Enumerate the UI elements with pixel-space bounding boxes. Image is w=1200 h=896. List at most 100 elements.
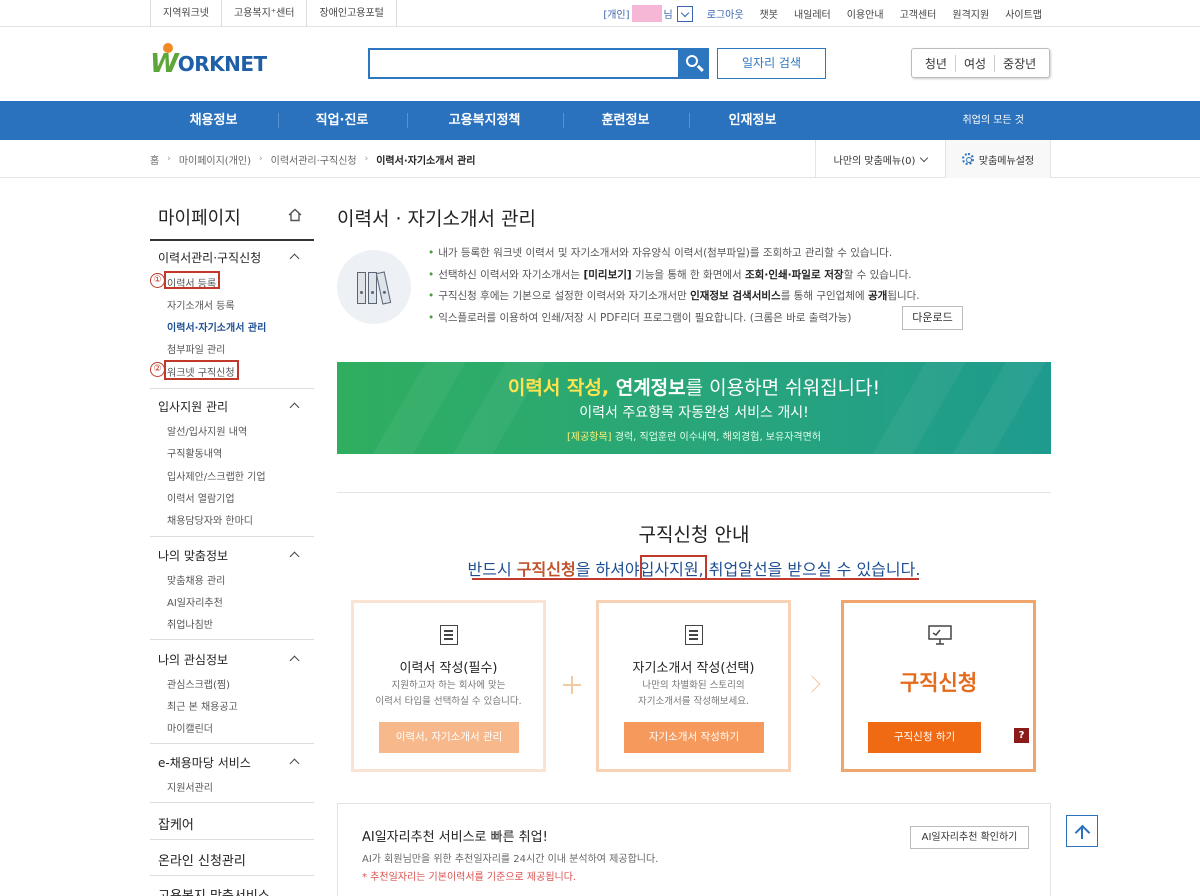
sidebar-title: 마이페이지 bbox=[158, 208, 241, 229]
breadcrumb-home[interactable]: 홈 bbox=[150, 152, 159, 167]
nav-all-about-jobs[interactable]: 취업의 모든 것 bbox=[962, 101, 1024, 140]
chevron-up-icon[interactable] bbox=[289, 655, 300, 666]
sidebar-divider bbox=[150, 875, 314, 876]
worknet-logo[interactable]: W ORKNET bbox=[150, 43, 267, 79]
sidebar-divider bbox=[150, 388, 314, 389]
sidebar-item-welfare-service[interactable]: 고용복지 맞춤서비스 bbox=[158, 885, 270, 896]
customer-center-link[interactable]: 고객센터 bbox=[892, 6, 945, 21]
plus-icon bbox=[563, 676, 581, 694]
sidebar-item-recent-view[interactable]: 최근 본 채용공고 bbox=[167, 698, 238, 713]
user-links: [개인] 님 로그아웃 챗봇 내일레터 이용안내 고객센터 원격지원 사이트맵 bbox=[603, 0, 1050, 27]
chevron-up-icon[interactable] bbox=[289, 402, 300, 413]
breadcrumb-mypage[interactable]: 마이페이지(개인) bbox=[179, 152, 251, 167]
breadcrumb: 홈 › 마이페이지(개인) › 이력서관리·구직신청 › 이력서·자기소개서 관… bbox=[150, 140, 476, 178]
job-search-button[interactable]: 일자리 검색 bbox=[717, 48, 826, 79]
target-youth[interactable]: 청년 bbox=[917, 55, 955, 72]
my-menu-label: 나만의 맞춤메뉴(0) bbox=[833, 155, 916, 167]
guide-underline bbox=[472, 578, 919, 580]
sidebar-item-scrap[interactable]: 관심스크랩(찜) bbox=[167, 676, 230, 691]
resume-autocomplete-banner[interactable]: 이력서 작성, 연계정보를 이용하면 쉬워집니다! 이력서 주요항목 자동완성 … bbox=[337, 362, 1051, 454]
info-list: • 내가 등록한 워크넷 이력서 및 자기소개서와 자유양식 이력서(첨부파일)를… bbox=[428, 243, 920, 329]
chevron-up-icon[interactable] bbox=[289, 551, 300, 562]
nav-talent[interactable]: 인재정보 bbox=[689, 101, 816, 140]
remote-support-link[interactable]: 원격지원 bbox=[944, 6, 997, 21]
logo-text: ORKNET bbox=[177, 52, 267, 76]
sidebar-item-jobcare[interactable]: 잡케어 bbox=[158, 814, 194, 833]
highlight-box bbox=[164, 271, 220, 289]
help-icon[interactable]: ? bbox=[1014, 728, 1029, 743]
sidebar-item-application-history[interactable]: 알선/입사지원 내역 bbox=[167, 423, 247, 438]
breadcrumb-current: 이력서·자기소개서 관리 bbox=[376, 155, 476, 167]
binder-part bbox=[357, 272, 366, 304]
resume-manage-button[interactable]: 이력서, 자기소개서 관리 bbox=[379, 722, 519, 753]
chevron-down-icon bbox=[920, 153, 929, 162]
sitemap-link[interactable]: 사이트맵 bbox=[997, 6, 1050, 21]
sidebar-item-resume-viewers[interactable]: 이력서 열람기업 bbox=[167, 490, 235, 505]
nav-recruit[interactable]: 채용정보 bbox=[150, 101, 277, 140]
sidebar-section-interest[interactable]: 나의 관심정보 bbox=[158, 651, 228, 668]
chevron-up-icon[interactable] bbox=[289, 253, 300, 264]
sidebar-item-ai-recommend[interactable]: AI일자리추천 bbox=[167, 594, 223, 609]
scroll-top-button[interactable] bbox=[1066, 815, 1098, 847]
sidebar-item-custom-recruit[interactable]: 맞춤채용 관리 bbox=[167, 572, 225, 587]
user-dropdown-icon[interactable] bbox=[676, 5, 693, 22]
target-women[interactable]: 여성 bbox=[954, 54, 994, 72]
sidebar-item-calendar[interactable]: 마이캘린더 bbox=[167, 720, 213, 735]
header: W ORKNET 일자리 검색 청년 여성 중장년 bbox=[0, 27, 1200, 101]
search-button[interactable] bbox=[678, 48, 709, 79]
sidebar-section-resume[interactable]: 이력서관리·구직신청 bbox=[158, 249, 261, 266]
sidebar-item-online-apply[interactable]: 온라인 신청관리 bbox=[158, 850, 246, 869]
sidebar-item-resume-manage[interactable]: 이력서·자기소개서 관리 bbox=[167, 319, 266, 334]
marker-2: ② bbox=[150, 362, 165, 377]
card-desc: 나만의 차별화된 스토리의 자기소개서를 작성해보세요. bbox=[638, 680, 749, 707]
sidebar-divider bbox=[150, 639, 314, 640]
download-button[interactable]: 다운로드 bbox=[902, 306, 963, 330]
guide-link[interactable]: 이용안내 bbox=[839, 6, 892, 21]
pen-document-icon bbox=[684, 625, 703, 645]
breadcrumb-resume-apply[interactable]: 이력서관리·구직신청 bbox=[271, 152, 357, 167]
binder-part bbox=[375, 271, 392, 305]
document-icon bbox=[439, 625, 458, 645]
sidebar-item-compass[interactable]: 취업나침반 bbox=[167, 616, 213, 631]
link-disability-portal[interactable]: 장애인고용포털 bbox=[306, 0, 397, 27]
binder-icon bbox=[337, 250, 411, 324]
cover-letter-write-button[interactable]: 자기소개서 작성하기 bbox=[624, 722, 764, 753]
my-menu-setting-button[interactable]: 맞춤메뉴설정 bbox=[945, 140, 1051, 178]
sidebar-item-job-activity[interactable]: 구직활동내역 bbox=[167, 445, 222, 460]
card-title: 구직신청 bbox=[899, 671, 978, 695]
info-line: • 선택하신 이력서와 자기소개서는 [미리보기] 기능을 통해 한 화면에서 조… bbox=[428, 268, 912, 281]
sidebar-item-attachment[interactable]: 첨부파일 관리 bbox=[167, 341, 225, 356]
newsletter-link[interactable]: 내일레터 bbox=[786, 6, 839, 21]
chevron-right-icon: › bbox=[364, 154, 369, 164]
user-info: [개인] 님 bbox=[603, 5, 698, 22]
nav-training[interactable]: 훈련정보 bbox=[563, 101, 688, 140]
sidebar-item-recruiter-chat[interactable]: 채용담당자와 한마디 bbox=[167, 512, 253, 527]
logout-link[interactable]: 로그아웃 bbox=[699, 6, 752, 21]
chatbot-link[interactable]: 챗봇 bbox=[752, 6, 786, 21]
card-desc: 지원하고자 하는 회사에 맞는 이력서 타입을 선택하실 수 있습니다. bbox=[375, 680, 522, 707]
target-middle-aged[interactable]: 중장년 bbox=[994, 54, 1044, 72]
sidebar-section-custom[interactable]: 나의 맞춤정보 bbox=[158, 547, 228, 564]
chevron-up-icon[interactable] bbox=[289, 758, 300, 769]
ai-recommend-button[interactable]: AI일자리추천 확인하기 bbox=[910, 826, 1029, 849]
nav-welfare-policy[interactable]: 고용복지정책 bbox=[407, 101, 562, 140]
sidebar-divider bbox=[150, 536, 314, 537]
my-menu-dropdown[interactable]: 나만의 맞춤메뉴(0) bbox=[815, 140, 945, 178]
sidebar-section-application[interactable]: 입사지원 관리 bbox=[158, 398, 228, 415]
chevron-right-icon: › bbox=[259, 154, 263, 164]
sidebar-item-offers[interactable]: 입사제안/스크랩한 기업 bbox=[167, 468, 266, 483]
sidebar-section-e-recruit[interactable]: e-채용마당 서비스 bbox=[158, 754, 251, 771]
home-icon[interactable] bbox=[288, 208, 302, 222]
job-apply-button[interactable]: 구직신청 하기 bbox=[868, 722, 981, 753]
ai-title: AI일자리추천 서비스로 빠른 취업! bbox=[362, 830, 548, 845]
search-input[interactable] bbox=[368, 48, 680, 79]
nav-career[interactable]: 직업·진로 bbox=[278, 101, 406, 140]
utility-bar: 지역워크넷 고용복지⁺센터 장애인고용포털 [개인] 님 로그아웃 챗봇 내일레… bbox=[0, 0, 1200, 27]
link-local-worknet[interactable]: 지역워크넷 bbox=[150, 0, 221, 27]
sidebar-item-application-manage[interactable]: 지원서관리 bbox=[167, 779, 213, 794]
link-employment-center[interactable]: 고용복지⁺센터 bbox=[221, 0, 306, 27]
sidebar-item-cover-letter-register[interactable]: 자기소개서 등록 bbox=[167, 297, 235, 312]
card-title: 이력서 작성(필수) bbox=[399, 661, 498, 676]
sidebar-divider bbox=[150, 802, 314, 803]
sidebar-title-divider bbox=[150, 239, 314, 241]
